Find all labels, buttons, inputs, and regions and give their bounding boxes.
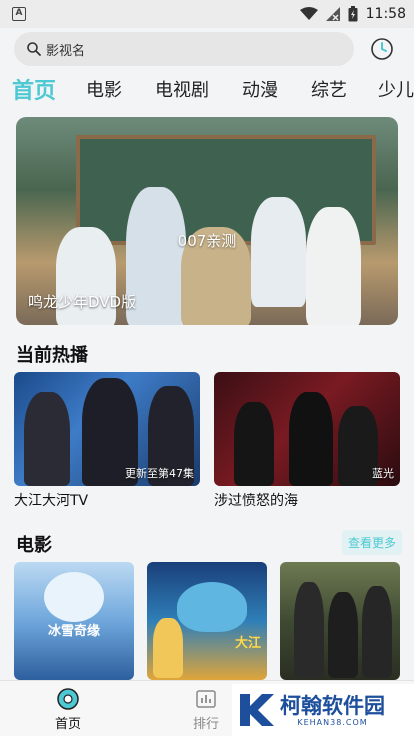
status-bar: A 11:58 bbox=[0, 0, 414, 28]
site-watermark: 柯翰软件园 KEHAN38.COM bbox=[232, 684, 414, 736]
hot-card-poster[interactable]: 更新至第47集 bbox=[14, 372, 200, 486]
featured-banner[interactable]: 007亲测 鸣龙少年DVD版 bbox=[16, 117, 398, 325]
watermark-url: KEHAN38.COM bbox=[297, 717, 368, 727]
wifi-icon bbox=[299, 7, 318, 21]
section-title-movies: 电影 bbox=[16, 535, 52, 556]
hot-card-poster[interactable]: 蓝光 bbox=[214, 372, 400, 486]
nav-ranking[interactable]: 排行 bbox=[176, 687, 236, 732]
tab-anime[interactable]: 动漫 bbox=[242, 76, 278, 102]
nav-home-label: 首页 bbox=[54, 717, 81, 732]
tab-kids[interactable]: 少儿 bbox=[378, 76, 414, 102]
home-icon bbox=[38, 687, 98, 711]
hot-card-title[interactable]: 大江大河TV bbox=[14, 490, 88, 510]
episode-badge: 更新至第47集 bbox=[125, 467, 194, 480]
ranking-icon bbox=[176, 687, 236, 711]
no-signal-icon bbox=[325, 7, 340, 21]
view-more-button[interactable]: 查看更多 bbox=[341, 530, 402, 555]
watermark-logo-icon bbox=[236, 690, 276, 730]
category-tabs: 首页 电影 电视剧 动漫 综艺 少儿 bbox=[0, 72, 414, 108]
nav-ranking-label: 排行 bbox=[192, 717, 219, 732]
movie-poster[interactable]: 冰雪奇缘 bbox=[14, 562, 134, 680]
movie-poster-title: 冰雪奇缘 bbox=[47, 624, 100, 639]
tab-variety[interactable]: 综艺 bbox=[311, 76, 347, 102]
tab-movies[interactable]: 电影 bbox=[86, 76, 122, 102]
hot-card-title[interactable]: 涉过愤怒的海 bbox=[214, 490, 298, 510]
quality-badge: 蓝光 bbox=[372, 467, 394, 480]
status-time: 11:58 bbox=[365, 6, 406, 22]
watermark-text: 柯翰软件园 bbox=[280, 693, 385, 718]
movie-poster[interactable]: 大江 bbox=[147, 562, 267, 680]
history-clock-icon[interactable] bbox=[370, 37, 394, 61]
banner-title: 鸣龙少年DVD版 bbox=[28, 293, 137, 311]
movie-poster[interactable] bbox=[280, 562, 400, 680]
search-placeholder: 影视名 bbox=[46, 43, 86, 59]
status-notification-icon: A bbox=[12, 7, 26, 21]
tab-home[interactable]: 首页 bbox=[12, 73, 56, 105]
search-icon bbox=[26, 41, 42, 57]
section-title-hot: 当前热播 bbox=[16, 345, 88, 366]
banner-caption: 007亲测 bbox=[177, 232, 237, 250]
tab-tv-series[interactable]: 电视剧 bbox=[155, 76, 209, 102]
battery-icon bbox=[348, 6, 358, 22]
search-input[interactable]: 影视名 bbox=[14, 32, 354, 66]
movie-poster-title: 大江 bbox=[234, 636, 261, 651]
nav-home[interactable]: 首页 bbox=[38, 687, 98, 732]
